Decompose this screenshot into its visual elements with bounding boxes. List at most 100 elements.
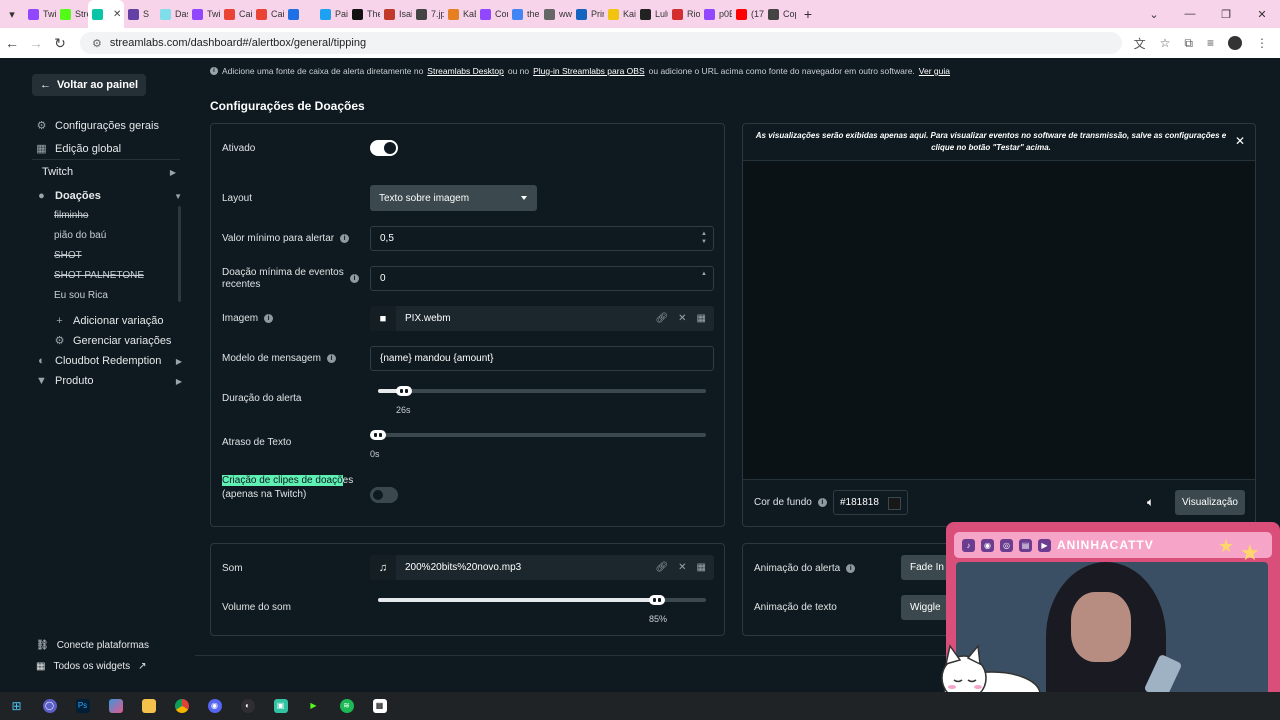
forward-icon[interactable]: → [24, 35, 48, 51]
translate-icon[interactable]: 文 [1134, 35, 1146, 52]
link-icon[interactable]: 🔗︎ [655, 313, 668, 324]
obs-icon[interactable]: ◐ [231, 692, 264, 720]
back-to-panel-button[interactable]: ← Voltar ao painel [32, 74, 147, 96]
menu-dots-icon[interactable]: ⋮ [1256, 36, 1268, 50]
url-field[interactable]: ⚙ streamlabs.com/dashboard#/alertbox/gen… [80, 32, 1122, 54]
photoshop-icon[interactable]: Ps [66, 692, 99, 720]
sidebar-item-twitch[interactable]: Twitch ▶ [42, 166, 182, 178]
add-variation-button[interactable]: + Adicionar variação [54, 315, 163, 327]
color-swatch[interactable] [888, 497, 901, 510]
message-template-input[interactable]: {name} mandou {amount} [370, 346, 714, 371]
browser-tab[interactable]: Lulu [636, 0, 668, 28]
variations-scrollbar[interactable] [178, 206, 181, 302]
clips-toggle[interactable] [370, 487, 398, 503]
browser-tab[interactable]: Cop [764, 0, 796, 28]
min-recent-input[interactable]: 0 ▲ [370, 266, 714, 291]
spotify-icon[interactable]: ≋ [330, 692, 363, 720]
variation-item[interactable]: SHOT [54, 250, 82, 261]
browser-tab[interactable]: the [508, 0, 540, 28]
chevron-down-icon[interactable]: ⌄ [1136, 8, 1172, 21]
alert-animation-select[interactable]: Fade In [901, 555, 949, 580]
preview-button[interactable]: Visualização [1175, 490, 1245, 515]
browser-tab[interactable]: Caix [252, 0, 284, 28]
back-icon[interactable]: ← [0, 35, 24, 51]
app-icon[interactable]: ◯ [33, 692, 66, 720]
streamlabs-desktop-link[interactable]: Streamlabs Desktop [427, 66, 504, 76]
image-file-field[interactable]: ■ PIX.webm 🔗︎ ✕ ▦ [370, 306, 714, 331]
info-icon[interactable]: i [817, 497, 827, 507]
volume-slider[interactable] [378, 595, 706, 605]
browser-tab[interactable]: Kaij [604, 0, 636, 28]
clear-icon[interactable]: ✕ [678, 313, 686, 324]
browser-tab[interactable]: Twit [188, 0, 220, 28]
browser-tab[interactable]: Isai [380, 0, 412, 28]
browser-tab[interactable] [284, 0, 316, 28]
minimize-button[interactable]: — [1172, 8, 1208, 20]
browser-tab[interactable]: Prin [572, 0, 604, 28]
browser-tab[interactable]: Twit [24, 0, 56, 28]
duration-slider-handle[interactable] [396, 386, 412, 396]
media-control-icon[interactable]: ≡ [1207, 36, 1214, 50]
variation-item[interactable]: SHOT PALNETONE [54, 270, 144, 281]
extensions-icon[interactable]: ⧉ [1184, 36, 1193, 51]
file-explorer-icon[interactable] [132, 692, 165, 720]
info-icon[interactable]: i [846, 563, 856, 573]
volume-slider-handle[interactable] [649, 595, 665, 605]
min-value-input[interactable]: 0,5 ▲ ▼ [370, 226, 714, 251]
site-info-icon[interactable]: ⚙ [92, 37, 102, 50]
browser-tab[interactable]: ✕ [88, 0, 124, 28]
sidebar-item-cloudbot[interactable]: ◐ Cloudbot Redemption ▶ [36, 355, 182, 367]
bookmark-star-icon[interactable]: ☆ [1160, 36, 1171, 50]
browser-tab[interactable]: 7.jp [412, 0, 444, 28]
text-animation-select[interactable]: Wiggle [901, 595, 949, 620]
browser-tab[interactable]: S [124, 0, 156, 28]
reload-icon[interactable]: ↻ [48, 35, 72, 52]
copilot-icon[interactable] [99, 692, 132, 720]
all-widgets-link[interactable]: ▦ Todos os widgets ↗ [36, 661, 147, 672]
chrome-icon[interactable] [165, 692, 198, 720]
info-icon[interactable]: i [340, 233, 350, 243]
browser-tab[interactable]: The [348, 0, 380, 28]
profile-avatar[interactable] [1228, 36, 1242, 50]
browser-tab[interactable]: Cor [476, 0, 508, 28]
info-icon[interactable]: i [326, 353, 336, 363]
number-spinner[interactable]: ▲ [701, 270, 707, 278]
streamlabs-icon[interactable]: ▣ [264, 692, 297, 720]
browser-tab[interactable]: Das [156, 0, 188, 28]
variation-item[interactable]: Eu sou Rica [54, 290, 108, 301]
close-window-button[interactable]: ✕ [1244, 8, 1280, 21]
browser-tab[interactable]: Stre [56, 0, 88, 28]
gallery-grid-icon[interactable]: ▦ [697, 562, 706, 573]
clear-icon[interactable]: ✕ [678, 562, 686, 573]
sidebar-item-global-edit[interactable]: ▦ Edição global [36, 143, 121, 155]
browser-tab[interactable]: KaB [444, 0, 476, 28]
layout-select[interactable]: Texto sobre imagem [370, 185, 537, 211]
maximize-button[interactable]: ❐ [1208, 8, 1244, 21]
new-tab-button[interactable]: + [796, 6, 820, 22]
variation-item[interactable]: pião do baú [54, 230, 106, 241]
speaker-icon[interactable]: 🔈︎ [1147, 495, 1154, 510]
sidebar-item-donations[interactable]: ● Doações ▼ [36, 190, 182, 202]
number-spinner[interactable]: ▲ ▼ [701, 230, 707, 246]
sound-file-field[interactable]: ♫ 200%20bits%20novo.mp3 🔗︎ ✕ ▦ [370, 555, 714, 580]
manage-variations-button[interactable]: ⚙ Gerenciar variações [54, 335, 172, 347]
sidebar-item-general-settings[interactable]: ⚙ Configurações gerais [36, 120, 159, 132]
info-icon[interactable]: i [350, 274, 359, 283]
discord-icon[interactable]: ◉ [198, 692, 231, 720]
browser-tab[interactable]: Riot [668, 0, 700, 28]
obs-plugin-link[interactable]: Plug-in Streamlabs para OBS [533, 66, 645, 76]
kick-icon[interactable]: ▶ [297, 692, 330, 720]
text-delay-slider[interactable] [370, 430, 706, 440]
view-guide-link[interactable]: Ver guia [919, 66, 950, 76]
link-icon[interactable]: 🔗︎ [655, 562, 668, 573]
windows-start-icon[interactable]: ⊞ [0, 692, 33, 720]
connect-platforms-link[interactable]: ⛓ Conecte plataformas [36, 640, 149, 651]
app-icon[interactable]: ▦ [363, 692, 396, 720]
browser-tab[interactable]: ww [540, 0, 572, 28]
duration-slider[interactable] [378, 386, 706, 396]
browser-tab[interactable]: p0B [700, 0, 732, 28]
variation-item[interactable]: filminho [54, 210, 88, 221]
browser-tab[interactable]: (173 [732, 0, 764, 28]
close-icon[interactable]: ✕ [1235, 134, 1245, 148]
info-icon[interactable]: i [264, 313, 274, 323]
